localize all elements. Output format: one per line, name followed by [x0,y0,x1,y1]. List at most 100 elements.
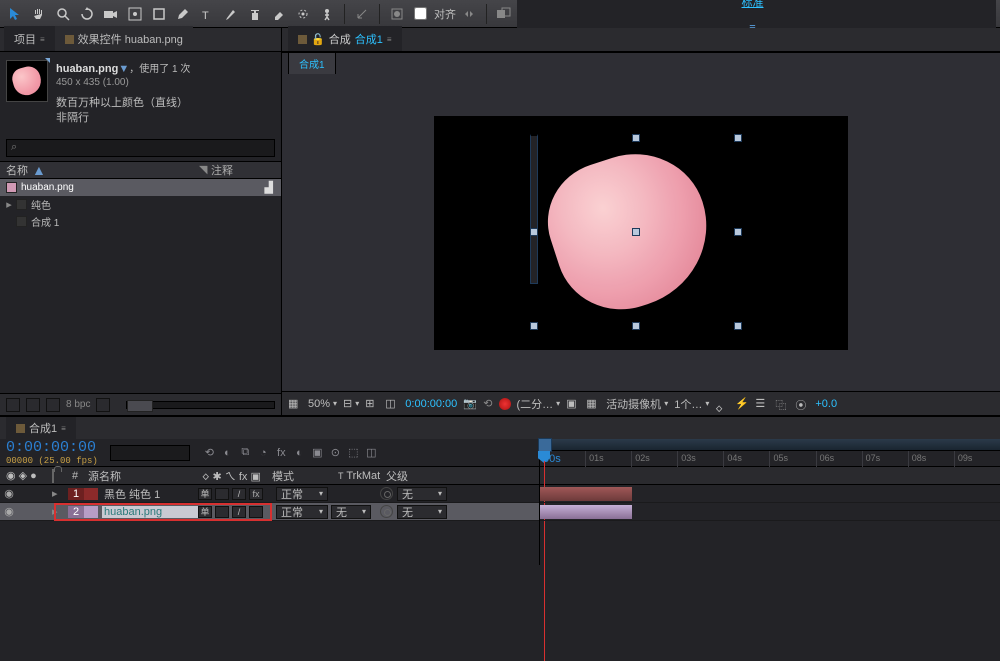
px-aspect-btn[interactable]: 🝔 [715,397,729,411]
eraser-tool-icon[interactable] [268,3,290,25]
timeline-search[interactable] [110,445,190,461]
timeline-tracks[interactable]: 00s 01s 02s 03s 04s 05s 06s 07s 08s 09s [540,439,1000,565]
track-row[interactable] [540,485,1000,503]
transparency-btn[interactable]: ▦ [586,397,600,411]
exposure-value[interactable]: +0.0 [815,398,837,410]
hand-tool-icon[interactable] [28,3,50,25]
layer-color[interactable] [84,488,98,500]
snapshot-icon[interactable]: 📷 [463,397,477,411]
type-tool-icon[interactable]: T [196,3,218,25]
handle-br[interactable] [734,322,742,330]
current-time[interactable]: 0:00:00:00 [405,398,457,410]
handle-tl[interactable] [530,134,538,284]
shape-tool-icon[interactable] [148,3,170,25]
clone-tool-icon[interactable] [244,3,266,25]
handle-ml[interactable] [530,228,538,236]
handle-mr[interactable] [734,228,742,236]
comp-subtab[interactable]: 合成1 [288,52,336,75]
workspace-standard[interactable]: 标准 [742,0,764,10]
axis-mode-icon[interactable] [351,3,373,25]
grid-btn[interactable]: ⊞ [365,397,379,411]
viewport[interactable] [282,74,1000,391]
lock-icon[interactable]: 🔓 [311,33,325,46]
layer-petal[interactable] [552,156,708,306]
reset-exp-btn[interactable]: ⦿ [795,397,809,411]
snap-toggle[interactable]: 对齐 [410,4,456,23]
layer-row[interactable]: ◉ ▸ 1 黑色 纯色 1 单/fx 正常▾ 无▾ [0,485,539,503]
pickwhip-icon[interactable] [380,487,393,500]
list-item[interactable]: ▸ 纯色 [0,196,281,213]
tab-effect-controls[interactable]: 效果控件 huaban.png [55,26,193,51]
camera-dropdown[interactable]: 活动摄像机▾ [606,396,668,412]
timeline-tab[interactable]: 合成1 ≡ [6,417,76,439]
fast-preview-btn[interactable]: ⚡ [735,397,749,411]
thumb-slider[interactable] [126,401,275,409]
rotate-tool-icon[interactable] [76,3,98,25]
layer-name[interactable]: 黑色 纯色 1 [102,486,198,502]
zoom-dropdown[interactable]: 50%▾ [308,398,337,410]
layer-row[interactable]: ◉ ▸ 2 huaban.png 单/ 正常▾ 无▾ 无▾ [0,503,539,521]
draft-icon[interactable]: ◫ [364,445,379,460]
snap-options-icon[interactable] [458,3,480,25]
handle-bc[interactable] [632,322,640,330]
composition-canvas[interactable] [434,116,848,350]
handle-tc[interactable] [632,134,640,142]
track-row[interactable] [540,503,1000,521]
graph-icon[interactable]: fx [274,445,289,460]
flowchart-btn[interactable]: ⿻ [775,397,789,411]
anchor-point[interactable] [632,228,640,236]
blend-mode[interactable]: 正常▾ [276,487,328,501]
asset-thumbnail[interactable] [6,60,48,102]
time-navigator[interactable] [540,439,1000,451]
alpha-btn[interactable]: ▦ [288,397,302,411]
list-item[interactable]: 合成 1 [0,213,281,230]
roto-tool-icon[interactable] [292,3,314,25]
resolution-dropdown[interactable]: (二分…▾ [517,396,561,412]
adj-icon[interactable]: ◐ [292,445,307,460]
color-channels-icon[interactable] [499,398,511,410]
anchor-tool-icon[interactable] [124,3,146,25]
visibility-toggle[interactable]: ◉ [0,505,18,518]
pen-tool-icon[interactable] [172,3,194,25]
project-search[interactable]: ⌕ [6,139,275,157]
interpret-icon[interactable] [6,398,20,412]
views-dropdown[interactable]: 1个…▾ [674,396,709,412]
mask-mode-icon[interactable] [386,3,408,25]
layer-bar[interactable] [540,487,632,501]
timecode[interactable]: 0:00:00:00 00000 (25.00 fps) [6,439,98,466]
layer-bar[interactable] [540,505,632,519]
list-item[interactable]: huaban.png ▟ [0,179,281,196]
parent-dropdown[interactable]: 无▾ [397,487,447,501]
shy-icon[interactable]: ⟲ [202,445,217,460]
layer-color[interactable] [84,506,98,518]
timeline-btn[interactable]: ☰ [755,397,769,411]
camera-tool-icon[interactable] [100,3,122,25]
tab-composition[interactable]: 🔓 合成 合成1 ≡ [288,26,402,51]
collapse-icon[interactable]: ⊙ [328,445,343,460]
brush-tool-icon[interactable] [220,3,242,25]
twirl-icon[interactable]: ▸ [52,505,68,518]
tab-project[interactable]: 项目≡ [4,26,55,51]
trkmat-dropdown[interactable]: 无▾ [331,505,371,519]
color-depth[interactable]: 8 bpc [66,399,90,410]
new-folder-icon[interactable] [26,398,40,412]
blend-mode[interactable]: 正常▾ [276,505,328,519]
res-half-btn[interactable]: ⊟▾ [343,397,359,410]
selection-tool-icon[interactable] [4,3,26,25]
zoom-tool-icon[interactable] [52,3,74,25]
mask-btn[interactable]: ◫ [385,397,399,411]
parent-dropdown[interactable]: 无▾ [397,505,447,519]
comp-shy-icon[interactable]: ◐ [220,445,235,460]
handle-tr[interactable] [734,134,742,142]
time-ruler[interactable]: 00s 01s 02s 03s 04s 05s 06s 07s 08s 09s [540,439,1000,467]
trash-icon[interactable] [96,398,110,412]
twirl-icon[interactable]: ▸ [52,487,68,500]
3d-icon[interactable]: ▣ [310,445,325,460]
visibility-toggle[interactable]: ◉ [0,487,18,500]
motion-blur-icon[interactable]: ◔ [256,445,271,460]
roi-btn[interactable]: ▣ [566,397,580,411]
layer-name[interactable]: huaban.png [102,506,198,518]
fill-stroke-icon[interactable] [493,3,515,25]
quality-icon[interactable]: ⬚ [346,445,361,460]
puppet-tool-icon[interactable] [316,3,338,25]
